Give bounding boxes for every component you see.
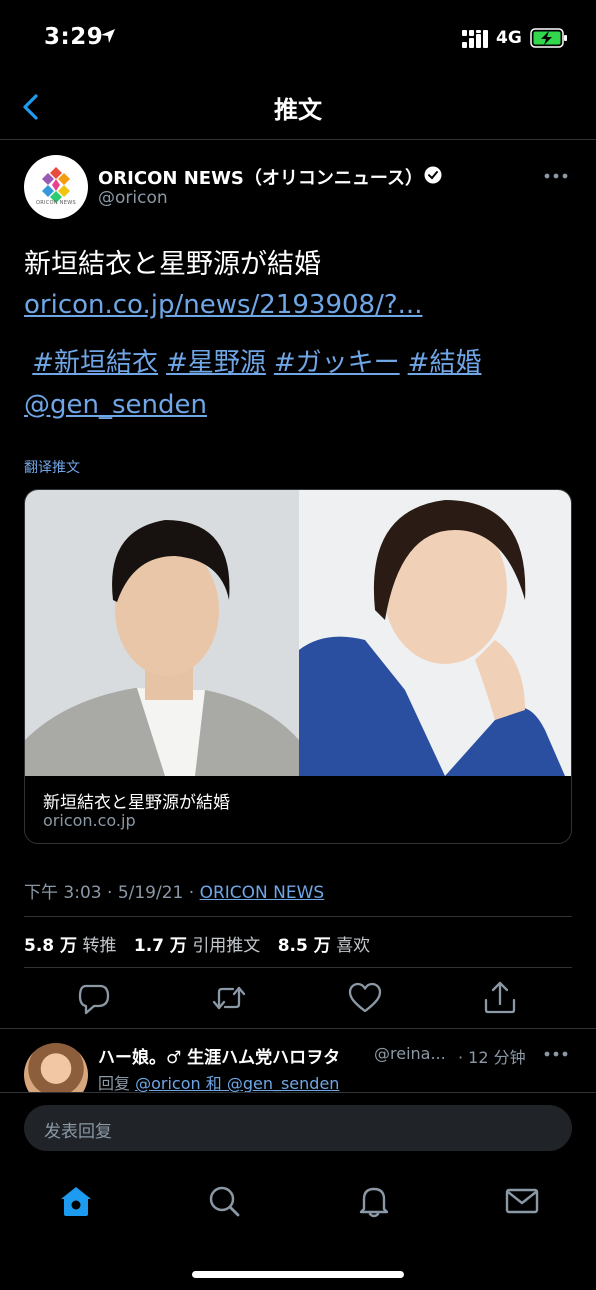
avatar-logo-text: ORICON NEWS xyxy=(36,200,76,206)
author-avatar[interactable]: ORICON NEWS xyxy=(24,155,88,219)
tweet-source-link[interactable]: ORICON NEWS xyxy=(200,883,325,903)
tweet-time: 下午 3:03 xyxy=(24,883,102,903)
card-image xyxy=(25,490,571,776)
tweet-stats: 5.8 万 转推 1.7 万 引用推文 8.5 万 喜欢 xyxy=(24,931,382,956)
hashtag-list: #新垣結衣 #星野源 #ガッキー #結婚 @gen_senden xyxy=(24,342,584,426)
link-card[interactable]: 新垣結衣と星野源が結婚 oricon.co.jp xyxy=(24,489,572,844)
reply-avatar[interactable] xyxy=(24,1043,88,1092)
tweet-link[interactable]: oricon.co.jp/news/2193908/?... xyxy=(24,290,422,320)
compose-placeholder: 发表回复 xyxy=(44,1122,112,1142)
card-domain: oricon.co.jp xyxy=(43,811,136,830)
more-options-icon[interactable] xyxy=(544,166,568,186)
location-arrow-icon xyxy=(101,29,115,43)
tweet-actions xyxy=(0,978,596,1022)
home-indicator xyxy=(192,1271,404,1278)
mention-link[interactable]: @gen_senden xyxy=(24,390,207,420)
divider xyxy=(24,967,572,968)
hashtag-link[interactable]: #新垣結衣 xyxy=(32,348,158,378)
notifications-bell-icon[interactable] xyxy=(356,1183,392,1219)
battery-charging-icon xyxy=(530,28,567,48)
oricon-logo-icon xyxy=(42,167,70,203)
hashtag-link[interactable]: #星野源 xyxy=(166,348,266,378)
bottom-area: 发表回复 xyxy=(0,1092,596,1290)
verified-badge-icon xyxy=(424,166,442,184)
meta-separator: · xyxy=(188,883,200,903)
card-title: 新垣結衣と星野源が結婚 xyxy=(43,793,230,813)
author-name[interactable]: ORICON NEWS（オリコンニュース） xyxy=(98,164,423,190)
divider xyxy=(24,916,572,917)
retweet-label[interactable]: 转推 xyxy=(82,936,116,956)
like-label[interactable]: 喜欢 xyxy=(336,936,370,956)
nav-header: 推文 xyxy=(0,76,596,140)
page-title: 推文 xyxy=(274,96,322,124)
meta-separator: · xyxy=(107,883,118,903)
hashtag-link[interactable]: #ガッキー xyxy=(274,348,400,378)
share-icon[interactable] xyxy=(482,978,518,1018)
tweet-meta: 下午 3:03 · 5/19/21 · ORICON NEWS xyxy=(24,878,324,903)
tweet-text: 新垣結衣と星野源が結婚 xyxy=(24,249,321,280)
retweet-count[interactable]: 5.8 万 xyxy=(24,936,77,956)
network-type: 4G xyxy=(496,28,522,48)
status-time: 3:29 xyxy=(44,24,104,50)
messages-mail-icon[interactable] xyxy=(504,1183,540,1219)
quote-count[interactable]: 1.7 万 xyxy=(134,936,187,956)
reply-author-handle[interactable]: @reina... xyxy=(374,1044,446,1063)
search-icon[interactable] xyxy=(206,1183,242,1219)
status-bar: 3:29 4G xyxy=(0,0,596,76)
translate-tweet-link[interactable]: 翻译推文 xyxy=(24,457,80,477)
reply-author-name[interactable]: ハー娘。♂ 生涯ハム党ハロヲタ xyxy=(98,1043,340,1068)
hashtag-link[interactable]: #結婚 xyxy=(408,348,482,378)
reply-more-options-icon[interactable] xyxy=(544,1047,568,1061)
home-icon[interactable] xyxy=(58,1183,94,1219)
reply-icon[interactable] xyxy=(76,978,112,1018)
retweet-icon[interactable] xyxy=(211,978,247,1018)
reply-to-mentions[interactable]: @oricon 和 @gen_senden xyxy=(135,1074,339,1092)
signal-icon xyxy=(462,30,488,48)
like-heart-icon[interactable] xyxy=(347,978,383,1018)
reply-to-prefix: 回复 xyxy=(98,1074,131,1092)
reply-item[interactable]: ハー娘。♂ 生涯ハム党ハロヲタ @reina... · 12 分钟 回复 @or… xyxy=(0,1028,596,1092)
reply-compose-input[interactable]: 发表回复 xyxy=(24,1105,572,1151)
author-handle[interactable]: @oricon xyxy=(98,188,168,208)
quote-label[interactable]: 引用推文 xyxy=(192,936,260,956)
reply-time: · 12 分钟 xyxy=(458,1048,526,1067)
reply-to-line: 回复 @oricon 和 @gen_senden xyxy=(98,1070,339,1092)
tweet-date: 5/19/21 xyxy=(117,883,184,903)
like-count[interactable]: 8.5 万 xyxy=(278,936,331,956)
